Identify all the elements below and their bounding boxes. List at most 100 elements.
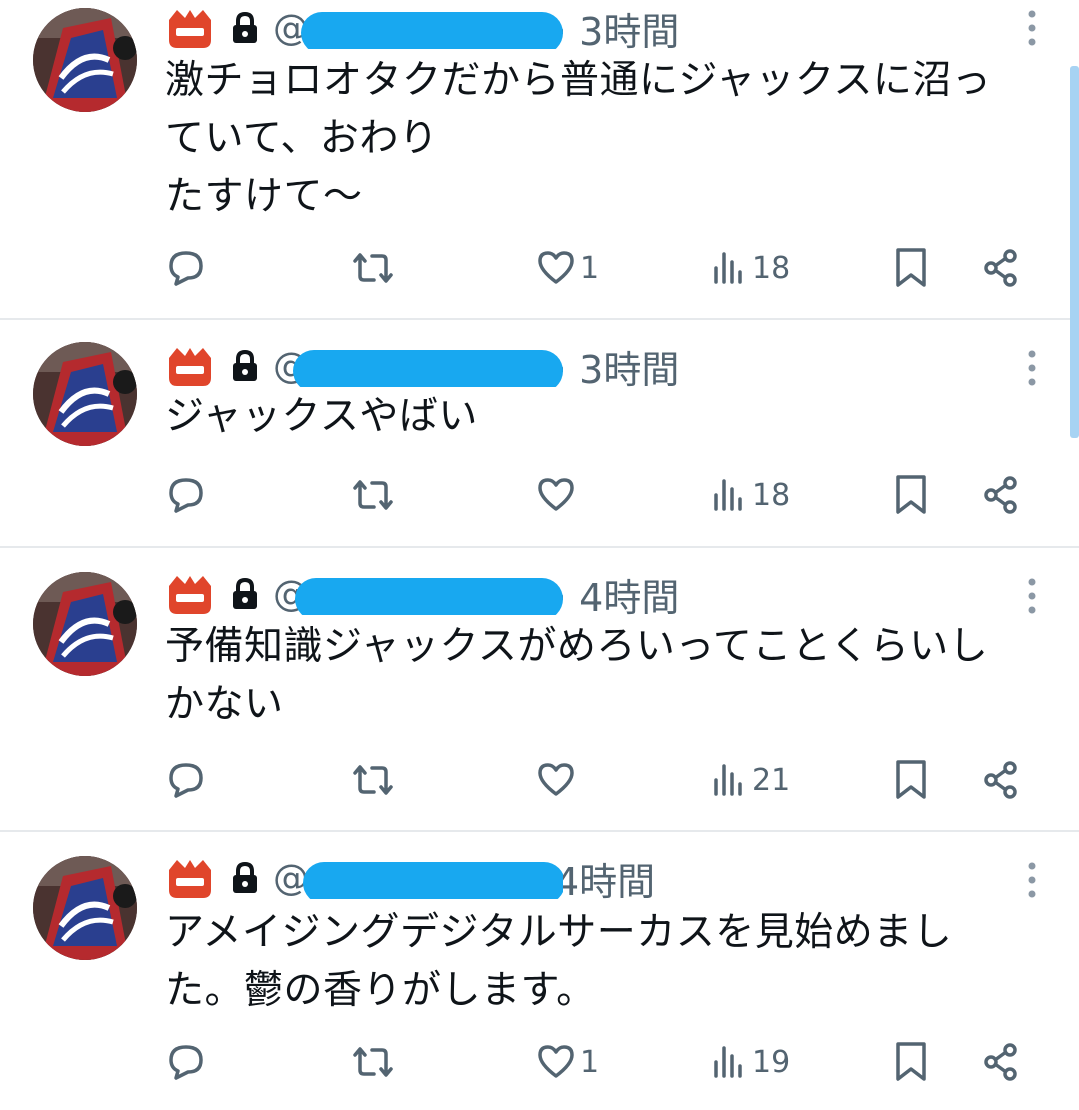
avatar-image [33, 342, 137, 446]
timestamp[interactable]: · 4時間 [555, 567, 679, 622]
share-icon [984, 1043, 1017, 1081]
share-button[interactable] [981, 750, 1021, 810]
user-handle[interactable]: @ [273, 8, 563, 49]
views-icon [714, 764, 742, 796]
retweet-button[interactable] [352, 465, 394, 525]
heart-icon [538, 251, 574, 284]
share-button[interactable] [981, 238, 1021, 298]
views-count: 19 [752, 1044, 791, 1080]
reply-button[interactable] [166, 750, 206, 810]
more-icon[interactable] [1027, 860, 1037, 900]
reply-button[interactable] [166, 238, 206, 298]
views-icon [714, 479, 742, 511]
avatar-image [33, 8, 137, 112]
redaction-mark [295, 577, 563, 615]
tweet[interactable]: @ · 3時間 ジャックスやばい 18 [0, 320, 1079, 546]
views-button[interactable]: 19 [712, 1032, 790, 1092]
scrollbar[interactable] [1070, 66, 1079, 438]
more-icon[interactable] [1027, 8, 1037, 48]
share-button[interactable] [981, 465, 1021, 525]
beginner-badge-icon [169, 10, 211, 48]
retweet-icon [353, 253, 393, 283]
tweet-text: ジャックスやばい [165, 394, 478, 439]
avatar[interactable] [33, 342, 137, 446]
bookmark-icon [896, 760, 926, 799]
like-count: 1 [580, 250, 600, 286]
tweet[interactable]: @ · 4時間 予備知識ジャックスがめろいってことくらいし かない 21 [0, 548, 1079, 830]
lock-icon [233, 11, 257, 43]
views-button[interactable]: 18 [712, 238, 790, 298]
views-count: 18 [752, 477, 791, 513]
like-button[interactable]: 1 [536, 1032, 599, 1092]
views-button[interactable]: 18 [712, 465, 790, 525]
views-icon [714, 1046, 742, 1078]
tweet[interactable]: @ · 3時間 激チョロオタクだから普通にジャックスに沼っ ていて、おわり たす… [0, 0, 1079, 318]
tweet[interactable]: @ 4時間 アメイジングデジタルサーカスを見始めまし た。鬱の香りがします。 1… [0, 832, 1079, 1110]
tweet-text: 激チョロオタクだから普通にジャックスに沼っ ていて、おわり たすけて〜 [165, 58, 992, 219]
beginner-badge-icon [169, 860, 211, 898]
reply-button[interactable] [166, 1032, 206, 1092]
retweet-button[interactable] [352, 750, 394, 810]
views-button[interactable]: 21 [712, 750, 790, 810]
tweet-actions: 18 [0, 465, 1079, 525]
bookmark-icon [896, 1042, 926, 1081]
avatar-image [33, 572, 137, 676]
heart-icon [538, 478, 574, 511]
reply-icon [169, 478, 203, 513]
bookmark-button[interactable] [893, 465, 929, 525]
lock-icon [233, 577, 257, 609]
redaction-mark [301, 11, 563, 49]
share-button[interactable] [981, 1032, 1021, 1092]
tweet-text: 予備知識ジャックスがめろいってことくらいし かない [165, 624, 989, 727]
lock-icon [233, 861, 257, 893]
heart-icon [538, 763, 574, 796]
retweet-icon [353, 765, 393, 795]
retweet-button[interactable] [352, 238, 394, 298]
lock-icon [233, 349, 257, 381]
heart-icon [538, 1045, 574, 1078]
avatar-image [33, 856, 137, 960]
like-count: 1 [580, 1044, 600, 1080]
bookmark-button[interactable] [893, 238, 929, 298]
user-handle[interactable]: @ [273, 346, 563, 387]
tweet-actions: 21 [0, 750, 1079, 810]
tweet-actions: 1 18 [0, 238, 1079, 298]
like-button[interactable]: 1 [536, 238, 599, 298]
timestamp[interactable]: 4時間 [555, 851, 655, 906]
tweet-actions: 1 19 [0, 1032, 1079, 1092]
reply-icon [169, 763, 203, 798]
avatar[interactable] [33, 856, 137, 960]
bookmark-icon [896, 248, 926, 287]
bookmark-button[interactable] [893, 1032, 929, 1092]
timestamp[interactable]: · 3時間 [555, 1, 679, 56]
retweet-icon [353, 480, 393, 510]
user-handle[interactable]: @ [273, 858, 563, 899]
user-handle[interactable]: @ [273, 574, 563, 615]
timeline-feed: @ · 3時間 激チョロオタクだから普通にジャックスに沼っ ていて、おわり たす… [0, 0, 1079, 1110]
share-icon [984, 476, 1017, 514]
avatar[interactable] [33, 8, 137, 112]
beginner-badge-icon [169, 576, 211, 614]
more-icon[interactable] [1027, 348, 1037, 388]
bookmark-icon [896, 475, 926, 514]
reply-icon [169, 1045, 203, 1080]
views-count: 21 [752, 762, 791, 798]
reply-icon [169, 251, 203, 286]
views-icon [714, 252, 742, 284]
share-icon [984, 249, 1017, 287]
like-button[interactable] [536, 750, 580, 810]
redaction-mark [293, 349, 563, 387]
like-button[interactable] [536, 465, 580, 525]
redaction-mark [303, 861, 563, 899]
bookmark-button[interactable] [893, 750, 929, 810]
beginner-badge-icon [169, 348, 211, 386]
avatar[interactable] [33, 572, 137, 676]
share-icon [984, 761, 1017, 799]
retweet-icon [353, 1047, 393, 1077]
more-icon[interactable] [1027, 576, 1037, 616]
timestamp[interactable]: · 3時間 [555, 339, 679, 394]
reply-button[interactable] [166, 465, 206, 525]
retweet-button[interactable] [352, 1032, 394, 1092]
tweet-text: アメイジングデジタルサーカスを見始めまし た。鬱の香りがします。 [165, 910, 953, 1013]
views-count: 18 [752, 250, 791, 286]
